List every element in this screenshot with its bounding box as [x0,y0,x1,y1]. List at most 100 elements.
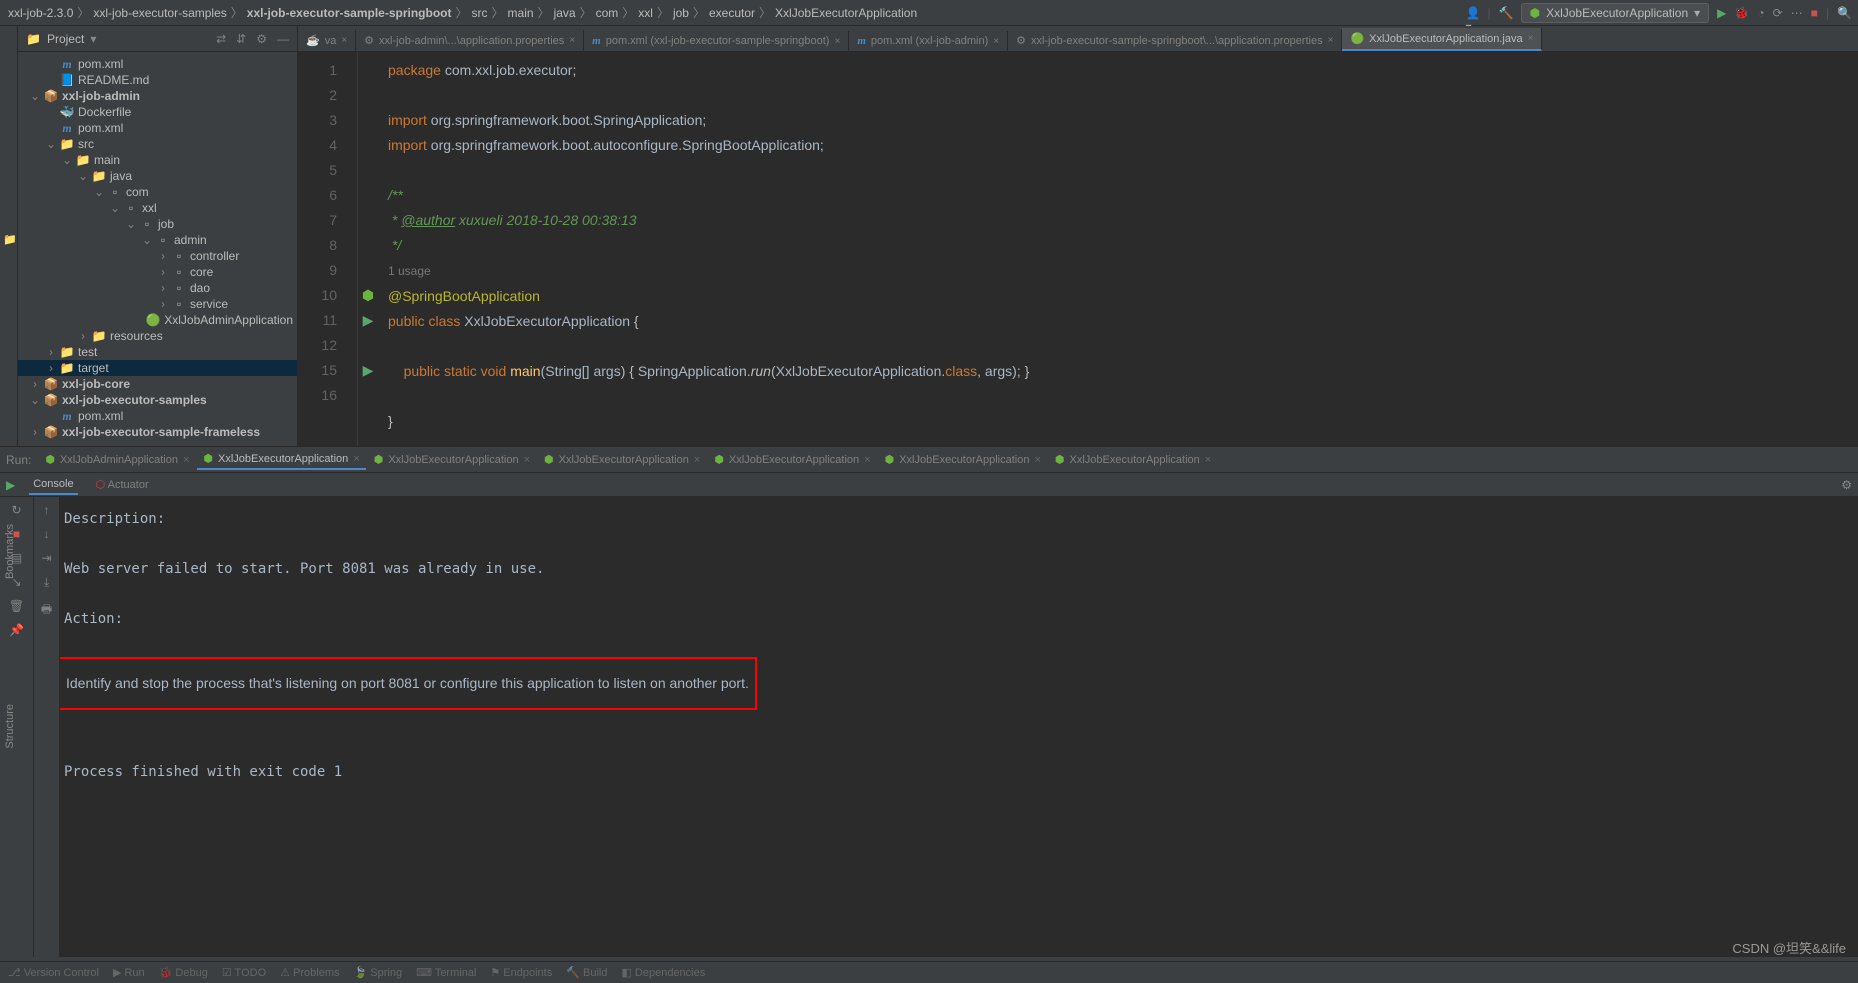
close-icon[interactable]: × [694,454,700,466]
tree-node[interactable]: ›📦xxl-job-core [18,376,297,392]
tree-node[interactable]: 🟢XxlJobAdminApplication [18,312,297,328]
close-icon[interactable]: × [1205,454,1211,466]
close-icon[interactable]: × [834,36,840,47]
breadcrumb-item[interactable]: xxl-job-2.3.0 [6,6,75,20]
breadcrumb-item[interactable]: xxl-job-executor-sample-springboot [245,6,454,20]
tree-node[interactable]: ›📁test [18,344,297,360]
tree-node[interactable]: ⌄📁src [18,136,297,152]
down-icon[interactable]: ↓ [44,527,50,541]
close-icon[interactable]: × [1328,35,1334,46]
chevron-down-icon[interactable]: ▾ [90,32,96,46]
breadcrumb-item[interactable]: xxl-job-executor-samples [91,6,228,20]
editor-tab[interactable]: ⚙ xxl-job-admin\...\application.properti… [356,30,584,51]
run-subtab[interactable]: ⬡ Actuator [92,475,153,494]
breadcrumb-item[interactable]: java [552,6,578,20]
structure-tool[interactable]: Structure [0,700,20,753]
tree-node[interactable]: ›▫dao [18,280,297,296]
scroll-icon[interactable]: ⤓ [44,575,49,590]
search-icon[interactable]: 🔍 [1837,6,1852,20]
statusbar-item[interactable]: 🔨 Build [566,966,607,979]
tree-node[interactable]: ›▫controller [18,248,297,264]
settings-icon[interactable]: ⚙ [1841,478,1852,492]
tree-node[interactable]: mpom.xml [18,56,297,72]
run-config-selector[interactable]: ⬢ XxlJobExecutorApplication ▾ [1521,3,1710,23]
gear-icon[interactable]: ⚙ [256,32,267,46]
coverage-icon[interactable]: ◔ [1757,6,1764,20]
select-opened-icon[interactable]: ⇄ [216,32,226,46]
hide-icon[interactable]: — [277,32,289,46]
close-icon[interactable]: × [341,35,347,46]
tree-node[interactable]: ⌄📦xxl-job-admin [18,88,297,104]
breadcrumb-item[interactable]: job [671,6,691,20]
run-tab[interactable]: ⬢ XxlJobAdminApplication × [39,450,195,469]
pin-icon[interactable]: 📌 [9,623,24,637]
breadcrumb-item[interactable]: com [594,6,621,20]
close-icon[interactable]: × [1528,33,1534,44]
debug-icon[interactable]: 🐞 [1734,6,1749,20]
breadcrumb-item[interactable]: src [470,6,490,20]
breadcrumbs[interactable]: xxl-job-2.3.0〉xxl-job-executor-samples〉x… [6,4,919,21]
run-tab[interactable]: ⬢ XxlJobExecutorApplication × [538,450,706,469]
statusbar-item[interactable]: 🐞 Debug [159,966,208,979]
close-icon[interactable]: × [864,454,870,466]
close-icon[interactable]: × [569,35,575,46]
code-editor[interactable]: package com.xxl.job.executor; import org… [378,52,1858,446]
tree-node[interactable]: ›📦xxl-job-executor-sample-frameless [18,424,297,440]
project-tool-icon[interactable]: 📁 [3,233,17,246]
project-tree[interactable]: mpom.xml📘README.md⌄📦xxl-job-admin🐳Docker… [18,52,297,446]
editor-tab[interactable]: m pom.xml (xxl-job-executor-sample-sprin… [584,31,849,51]
tree-node[interactable]: ›📁target [18,360,297,376]
editor-tab[interactable]: ☕ va × [298,30,356,51]
breadcrumb-item[interactable]: main [506,6,536,20]
run-tabs[interactable]: Run: ⬢ XxlJobAdminApplication ×⬢ XxlJobE… [0,447,1858,473]
close-icon[interactable]: × [353,453,359,465]
breadcrumb-item[interactable]: xxl [636,6,655,20]
tree-node[interactable]: mpom.xml [18,408,297,424]
user-icon[interactable]: 👤▾ [1465,6,1479,20]
stop-icon[interactable]: ■ [1811,6,1818,20]
up-icon[interactable]: ↑ [44,503,50,517]
statusbar-item[interactable]: ▶ Run [113,966,145,979]
profiler-icon[interactable]: ⟳ [1773,6,1783,20]
tree-node[interactable]: ›▫service [18,296,297,312]
run-tab[interactable]: ⬢ XxlJobExecutorApplication × [197,449,365,470]
trash-icon[interactable]: 🗑 [9,599,24,613]
close-icon[interactable]: × [183,454,189,466]
print-icon[interactable]: 🖶 [41,600,52,621]
tree-node[interactable]: ⌄▫com [18,184,297,200]
tree-node[interactable]: ⌄▫job [18,216,297,232]
run-tab[interactable]: ⬢ XxlJobExecutorApplication × [1049,450,1217,469]
statusbar-item[interactable]: ⌨ Terminal [416,966,476,979]
run-tab[interactable]: ⬢ XxlJobExecutorApplication × [879,450,1047,469]
statusbar-item[interactable]: ◧ Dependencies [621,966,705,979]
run-tab[interactable]: ⬢ XxlJobExecutorApplication × [368,450,536,469]
editor-tab[interactable]: 🟢 XxlJobExecutorApplication.java × [1342,28,1542,51]
tree-node[interactable]: mpom.xml [18,120,297,136]
tree-node[interactable]: ›📁resources [18,328,297,344]
run-icon[interactable]: ▶ [1717,6,1726,20]
statusbar-item[interactable]: ⎇ Version Control [8,966,99,979]
close-icon[interactable]: × [993,36,999,47]
tree-node[interactable]: ⌄📁java [18,168,297,184]
build-icon[interactable]: 🔨 [1499,6,1513,20]
statusbar-item[interactable]: ⚠ Problems [280,966,339,979]
statusbar-item[interactable]: ⚑ Endpoints [490,966,552,979]
tree-node[interactable]: ›▫core [18,264,297,280]
editor-tab[interactable]: ⚙ xxl-job-executor-sample-springboot\...… [1008,30,1342,51]
rerun-icon[interactable]: ▶ [6,478,15,492]
close-icon[interactable]: × [524,454,530,466]
tree-node[interactable]: ⌄📁main [18,152,297,168]
run-tab[interactable]: ⬢ XxlJobExecutorApplication × [708,450,876,469]
console-output[interactable]: Description: Web server failed to start.… [60,497,1858,957]
breadcrumb-item[interactable]: XxlJobExecutorApplication [773,6,919,20]
tree-node[interactable]: 📘README.md [18,72,297,88]
close-icon[interactable]: × [1034,454,1040,466]
breadcrumb-item[interactable]: executor [707,6,757,20]
editor-tabs[interactable]: ☕ va ×⚙ xxl-job-admin\...\application.pr… [298,26,1858,52]
statusbar-item[interactable]: 🍃 Spring [354,966,403,979]
editor-tab[interactable]: m pom.xml (xxl-job-admin) × [849,31,1008,51]
attach-icon[interactable]: ⋯ [1791,6,1803,20]
tree-node[interactable]: ⌄📦xxl-job-executor-samples [18,392,297,408]
run-subtab[interactable]: Console [29,475,77,495]
statusbar-item[interactable]: ☑ TODO [222,966,266,979]
